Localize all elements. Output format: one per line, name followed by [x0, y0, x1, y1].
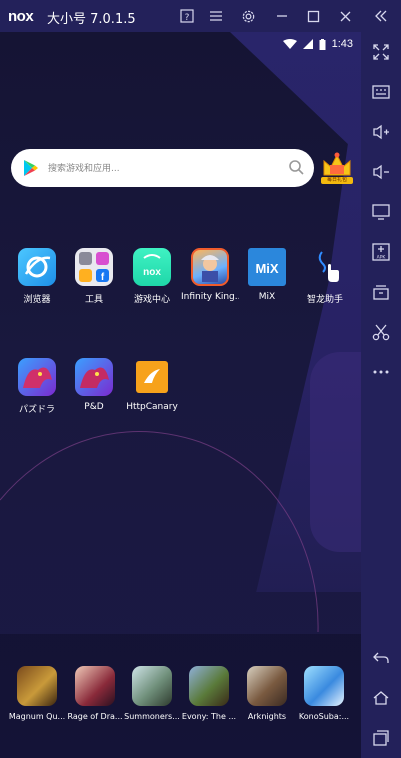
back-icon[interactable]: [369, 646, 393, 670]
app-arknights[interactable]: Arknights: [238, 666, 296, 721]
volume-down-icon[interactable]: [369, 160, 393, 184]
search-bar[interactable]: 搜索游戏和应用...: [11, 149, 314, 187]
app-tools[interactable]: f 工具: [65, 248, 123, 305]
app-evony[interactable]: Evony: The ...: [180, 666, 238, 721]
rage-of-dragons-icon: [75, 666, 115, 706]
tools-folder-icon: f: [75, 248, 113, 286]
pd-icon: [75, 358, 113, 396]
screen-icon[interactable]: [369, 200, 393, 224]
evony-icon: [189, 666, 229, 706]
collapse-icon[interactable]: [369, 5, 393, 27]
browser-icon: [18, 248, 56, 286]
search-placeholder: 搜索游戏和应用...: [48, 164, 120, 174]
httpcanary-icon: [136, 361, 168, 393]
app-magnum-quest[interactable]: Magnum Qu...: [8, 666, 66, 721]
scissors-icon[interactable]: [369, 320, 393, 344]
more-icon[interactable]: [369, 360, 393, 384]
nox-logo: nox: [8, 8, 34, 25]
infinity-kingdom-icon: [191, 248, 229, 286]
app-label: Infinity King...: [181, 292, 239, 302]
title-bar: nox 大小号 7.0.1.5 ?: [0, 0, 401, 32]
keyboard-icon[interactable]: [369, 80, 393, 104]
status-time: 1:43: [331, 38, 353, 50]
wifi-icon: [282, 39, 297, 49]
dock: Magnum Qu... Rage of Dra... Summoners...…: [0, 634, 361, 758]
app-httpcanary[interactable]: HttpCanary: [123, 358, 181, 412]
window-title: 大小号 7.0.1.5: [47, 12, 136, 27]
battery-icon: [319, 38, 326, 50]
app-rage-of-dragons[interactable]: Rage of Dra...: [66, 666, 124, 721]
android-screen: 1:43 搜索游戏和应用... 每日礼包 浏览器 f 工具 nox 游戏中心 I…: [0, 32, 361, 758]
arknights-icon: [247, 666, 287, 706]
svg-text:?: ?: [185, 13, 190, 23]
app-game-center[interactable]: nox 游戏中心: [123, 248, 181, 305]
svg-text:nox: nox: [143, 267, 161, 278]
app-browser[interactable]: 浏览器: [8, 248, 66, 305]
multi-instance-icon[interactable]: [369, 280, 393, 304]
app-label: パズドラ: [18, 405, 55, 415]
mix-icon: MiX: [248, 248, 286, 286]
app-dragon-assistant[interactable]: 智龙助手: [296, 248, 354, 305]
apk-install-icon[interactable]: APK: [369, 240, 393, 264]
app-label: MiX: [258, 292, 276, 302]
app-label: 智龙助手: [306, 295, 343, 305]
dragon-assistant-icon: [306, 248, 344, 286]
konosuba-icon: [304, 666, 344, 706]
fullscreen-icon[interactable]: [369, 40, 393, 64]
app-summoners-war[interactable]: Summoners...: [123, 666, 181, 721]
side-toolbar: APK: [361, 32, 401, 758]
close-icon[interactable]: [333, 5, 357, 27]
recents-icon[interactable]: [369, 726, 393, 750]
app-label: Evony: The ...: [181, 712, 237, 721]
app-label: 工具: [84, 295, 103, 305]
app-konosuba[interactable]: KonoSuba:...: [295, 666, 353, 721]
game-center-icon: nox: [133, 248, 171, 286]
app-mix[interactable]: MiX MiX: [238, 248, 296, 302]
gift-label: 每日礼包: [321, 177, 353, 184]
app-infinity-kingdom[interactable]: Infinity King...: [181, 248, 239, 302]
app-label: Arknights: [247, 712, 287, 721]
maximize-icon[interactable]: [301, 5, 325, 27]
app-label: Summoners...: [124, 712, 180, 721]
svg-text:MiX: MiX: [255, 261, 278, 276]
minimize-icon[interactable]: [270, 5, 294, 27]
app-label: KonoSuba:...: [298, 712, 350, 721]
help-icon[interactable]: ?: [175, 5, 199, 27]
app-pd[interactable]: P&D: [65, 358, 123, 412]
app-label: HttpCanary: [126, 402, 178, 412]
play-store-icon: [24, 160, 38, 176]
app-label: Rage of Dra...: [67, 712, 123, 721]
svg-text:APK: APK: [377, 255, 387, 261]
volume-up-icon[interactable]: [369, 120, 393, 144]
home-icon[interactable]: [369, 686, 393, 710]
app-label: 游戏中心: [133, 295, 170, 305]
magnum-quest-icon: [17, 666, 57, 706]
search-icon[interactable]: [288, 159, 304, 175]
puzzle-dragons-icon: [18, 358, 56, 396]
summoners-war-icon: [132, 666, 172, 706]
app-puzzle-dragons[interactable]: パズドラ: [8, 358, 66, 415]
menu-icon[interactable]: [204, 5, 228, 27]
app-label: 浏览器: [23, 295, 51, 305]
status-bar: 1:43: [282, 36, 353, 52]
settings-icon[interactable]: [236, 5, 260, 27]
app-label: Magnum Qu...: [8, 712, 66, 721]
app-label: P&D: [84, 402, 104, 412]
signal-icon: [302, 39, 313, 49]
